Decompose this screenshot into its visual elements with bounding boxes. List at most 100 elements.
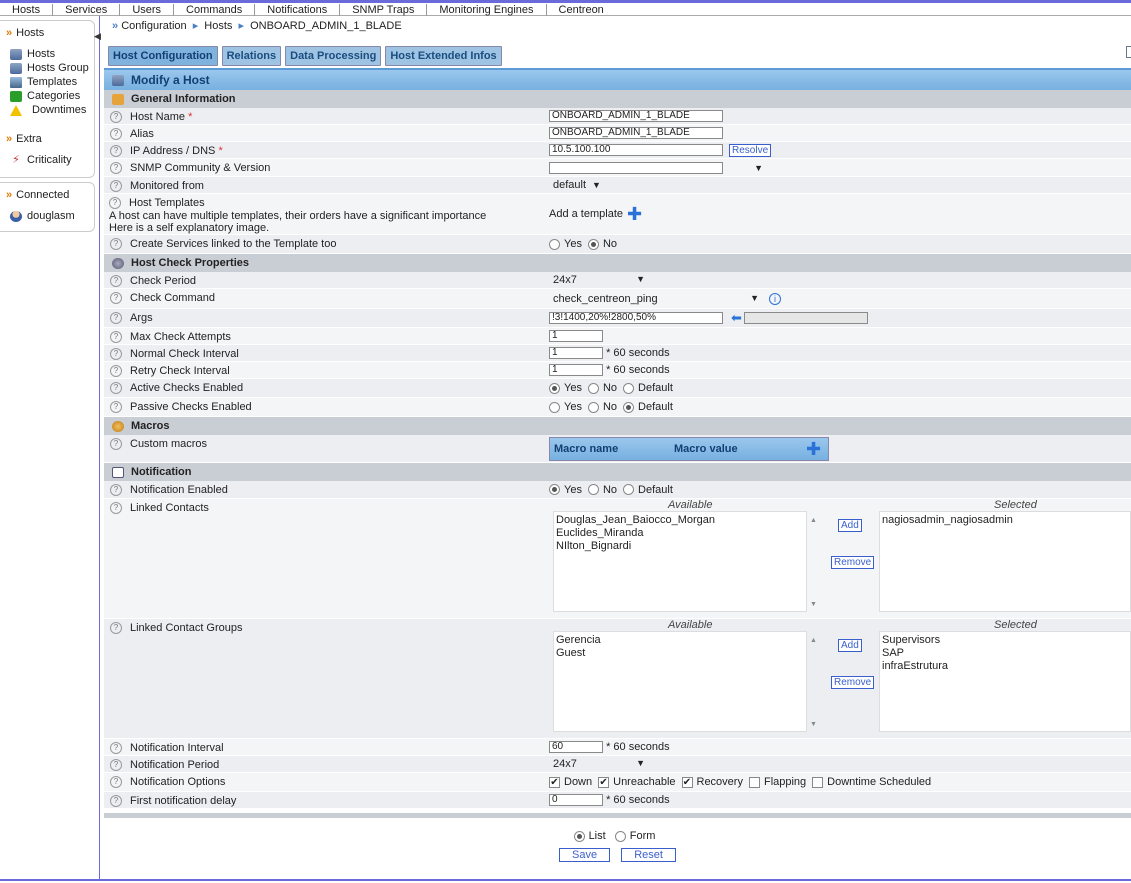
menu-services[interactable]: Services <box>53 3 121 16</box>
contacts-selected-list[interactable]: nagiosadmin_nagiosadmin <box>879 511 1131 612</box>
add-contact-button[interactable]: Add <box>838 519 862 532</box>
downtime-checkbox[interactable] <box>812 776 824 788</box>
snmp-version-select[interactable]: ▼ <box>723 162 763 174</box>
after-save-form-radio[interactable] <box>614 830 626 842</box>
create-services-yes-radio[interactable] <box>549 238 560 250</box>
breadcrumb-configuration[interactable]: Configuration <box>121 20 186 32</box>
collapse-sidebar-icon[interactable]: ◀ <box>94 31 101 42</box>
help-icon[interactable]: ? <box>110 742 122 754</box>
monitored-from-select[interactable]: default ▼ <box>549 179 601 191</box>
groups-available-list[interactable]: Gerencia Guest <box>553 631 807 732</box>
list-item[interactable]: Euclides_Miranda <box>556 527 804 540</box>
help-icon[interactable]: ? <box>110 145 122 157</box>
sidebar-item-templates[interactable]: Templates <box>6 75 94 89</box>
passive-yes-radio[interactable] <box>549 401 560 413</box>
help-icon[interactable]: ? <box>110 128 122 140</box>
active-no-radio[interactable] <box>587 382 599 394</box>
notif-no-radio[interactable] <box>587 484 599 495</box>
notif-interval-input[interactable]: 60 <box>549 741 603 753</box>
list-item[interactable]: NIlton_Bignardi <box>556 540 804 553</box>
normal-interval-input[interactable]: 1 <box>549 347 603 359</box>
menu-centreon[interactable]: Centreon <box>547 4 616 16</box>
menu-monitoring-engines[interactable]: Monitoring Engines <box>427 3 547 16</box>
sidebar-item-criticality[interactable]: ⚡ Criticality <box>6 153 94 167</box>
arrow-left-icon[interactable]: ⬅ <box>731 310 742 326</box>
passive-no-radio[interactable] <box>587 401 599 413</box>
help-icon[interactable]: ? <box>110 365 122 377</box>
menu-commands[interactable]: Commands <box>174 3 256 16</box>
create-services-no-radio[interactable] <box>587 238 599 250</box>
help-icon[interactable]: ? <box>110 759 122 771</box>
resolve-button[interactable]: Resolve <box>729 143 772 157</box>
help-icon[interactable]: ? <box>110 622 122 634</box>
help-icon[interactable]: ? <box>110 776 122 788</box>
flapping-checkbox[interactable] <box>748 776 760 788</box>
active-yes-radio[interactable] <box>549 382 560 394</box>
check-command-select[interactable]: check_centreon_ping ▼ <box>549 293 759 305</box>
tab-data-processing[interactable]: Data Processing <box>285 46 382 66</box>
save-button[interactable]: Save <box>559 848 611 863</box>
sidebar-item-hosts-group[interactable]: Hosts Group <box>6 61 94 75</box>
breadcrumb-hosts[interactable]: Hosts <box>204 20 232 32</box>
menu-notifications[interactable]: Notifications <box>255 3 341 16</box>
help-icon[interactable]: ? <box>110 111 122 123</box>
ip-input[interactable]: 10.5.100.100 <box>549 144 723 156</box>
list-item[interactable]: SAP <box>882 647 1128 660</box>
help-icon[interactable]: ? <box>110 382 122 394</box>
sidebar-item-categories[interactable]: Categories <box>6 89 94 103</box>
first-delay-input[interactable]: 0 <box>549 794 603 806</box>
add-template-link[interactable]: Add a template <box>549 208 623 220</box>
contacts-available-list[interactable]: Douglas_Jean_Baiocco_Morgan Euclides_Mir… <box>553 511 807 612</box>
snmp-community-input[interactable] <box>549 161 723 174</box>
scrollbar[interactable]: ▲ ▼ <box>808 511 820 612</box>
add-macro-icon[interactable]: ✚ <box>806 440 821 458</box>
down-checkbox[interactable]: ✔ <box>549 776 560 788</box>
active-default-radio[interactable] <box>623 382 635 394</box>
add-group-button[interactable]: Add <box>838 639 862 652</box>
notif-period-select[interactable]: 24x7 ▼ <box>549 758 645 770</box>
sidebar-item-hosts[interactable]: Hosts <box>6 47 94 61</box>
scroll-down-icon[interactable]: ▼ <box>810 601 817 608</box>
list-item[interactable]: infraEstrutura <box>882 660 1128 673</box>
help-icon[interactable]: ? <box>110 180 122 192</box>
list-item[interactable]: Gerencia <box>556 634 804 647</box>
help-icon[interactable]: ? <box>110 795 122 807</box>
check-period-select[interactable]: 24x7 ▼ <box>549 274 645 286</box>
list-item[interactable]: Supervisors <box>882 634 1128 647</box>
scroll-down-icon[interactable]: ▼ <box>810 721 817 728</box>
help-icon[interactable]: ? <box>110 312 122 324</box>
help-icon[interactable]: ? <box>110 348 122 360</box>
help-icon[interactable]: ? <box>110 162 122 174</box>
menu-users[interactable]: Users <box>120 3 175 16</box>
after-save-list-radio[interactable] <box>573 830 585 842</box>
passive-default-radio[interactable] <box>623 401 635 413</box>
help-icon[interactable]: ? <box>110 484 122 496</box>
args-input[interactable]: !3!1400,20%!2800,50% <box>549 312 723 324</box>
list-item[interactable]: Guest <box>556 647 804 660</box>
help-icon[interactable]: ? <box>110 502 122 514</box>
sidebar-item-downtimes[interactable]: Downtimes <box>6 103 94 117</box>
recovery-checkbox[interactable]: ✔ <box>681 776 693 788</box>
remove-group-button[interactable]: Remove <box>831 676 875 689</box>
tab-host-extended-infos[interactable]: Host Extended Infos <box>385 46 502 66</box>
tab-host-configuration[interactable]: Host Configuration <box>108 46 218 66</box>
help-icon[interactable]: ? <box>110 238 122 250</box>
help-icon[interactable]: ? <box>109 197 121 209</box>
sidebar-user[interactable]: douglasm <box>6 209 94 223</box>
scroll-up-icon[interactable]: ▲ <box>810 517 817 524</box>
tab-relations[interactable]: Relations <box>221 46 282 66</box>
reset-button[interactable]: Reset <box>621 848 676 863</box>
retry-interval-input[interactable]: 1 <box>549 364 603 376</box>
list-item[interactable]: Douglas_Jean_Baiocco_Morgan <box>556 514 804 527</box>
scrollbar[interactable]: ▲ ▼ <box>808 631 820 732</box>
info-icon[interactable]: i <box>769 292 781 305</box>
groups-selected-list[interactable]: Supervisors SAP infraEstrutura <box>879 631 1131 732</box>
menu-hosts[interactable]: Hosts <box>0 3 54 16</box>
help-icon[interactable]: ? <box>110 401 122 413</box>
unreachable-checkbox[interactable]: ✔ <box>598 776 610 788</box>
host-name-input[interactable]: ONBOARD_ADMIN_1_BLADE <box>549 110 723 122</box>
alias-input[interactable]: ONBOARD_ADMIN_1_BLADE <box>549 127 723 139</box>
scroll-up-icon[interactable]: ▲ <box>810 637 817 644</box>
help-icon[interactable]: ? <box>110 438 122 450</box>
help-icon[interactable]: ? <box>110 275 122 287</box>
